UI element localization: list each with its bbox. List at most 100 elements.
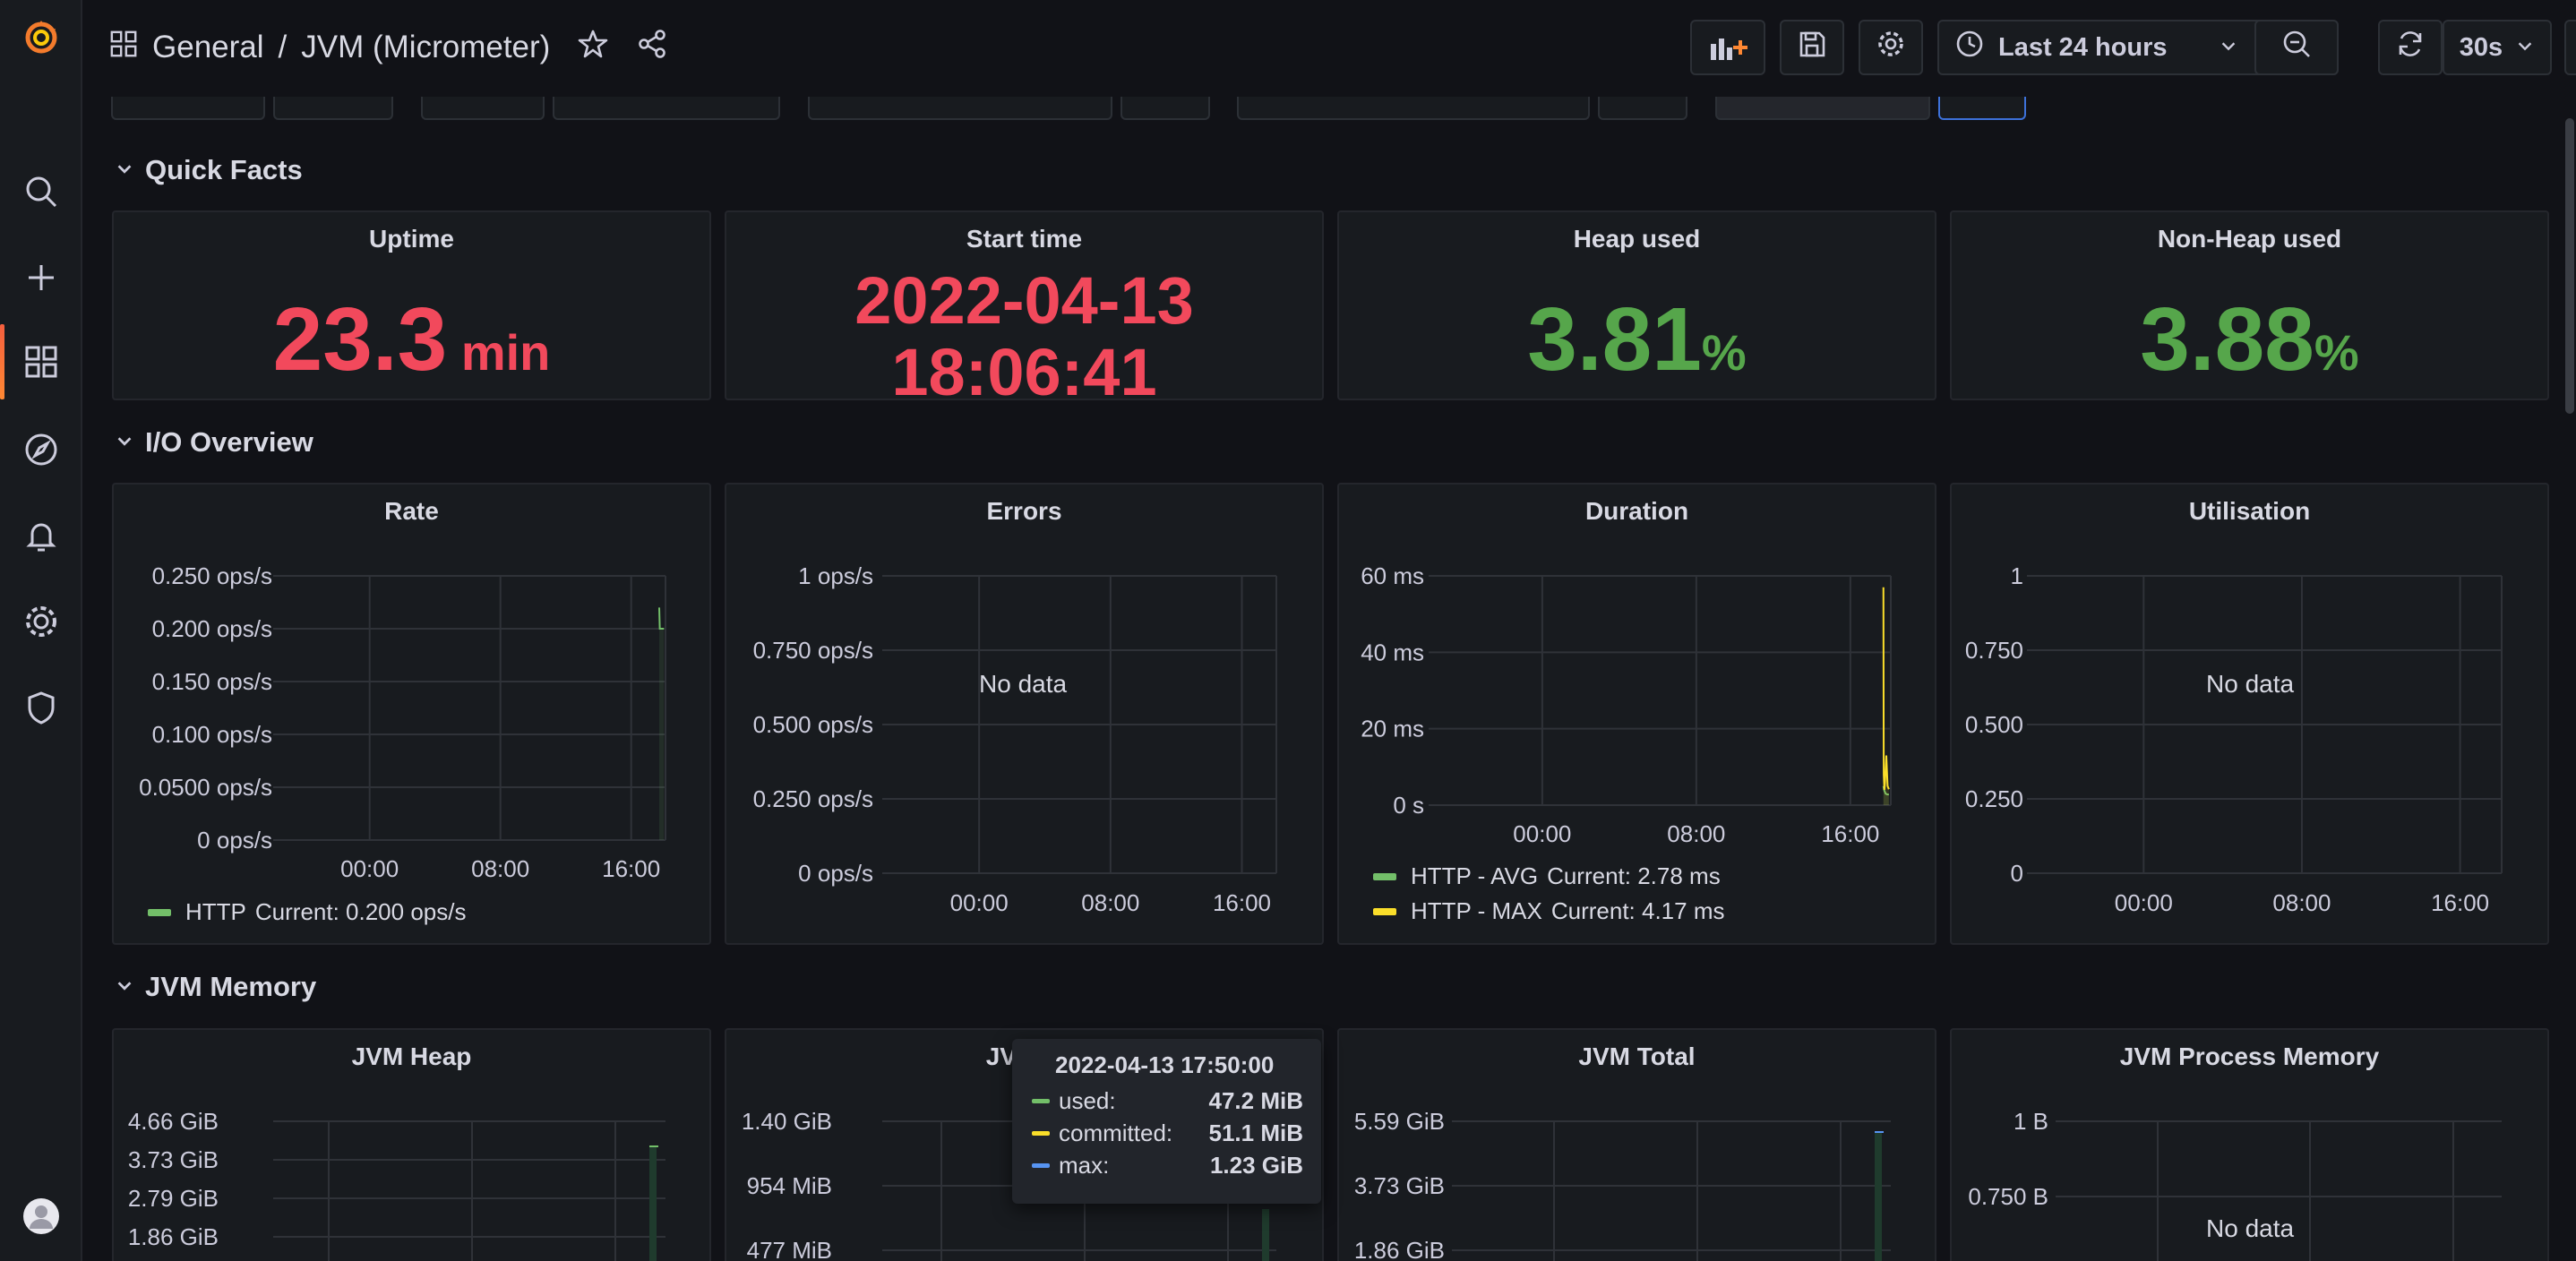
- variable-picker[interactable]: [808, 97, 1112, 120]
- variable-picker[interactable]: [553, 97, 780, 120]
- star-icon[interactable]: [577, 28, 609, 68]
- dashboards-grid-icon: [109, 30, 138, 66]
- save-dashboard-button[interactable]: [1780, 20, 1844, 75]
- x-tick-label: 00:00: [2115, 889, 2173, 916]
- stat-value-line2: 18:06:41: [891, 335, 1157, 400]
- legend-current: Current: 4.17 ms: [1550, 897, 1725, 924]
- tooltip-row: used: 47.2 MiB: [1032, 1085, 1303, 1116]
- y-tick-label: 0: [2011, 860, 2023, 887]
- dashboards-icon[interactable]: [16, 337, 66, 387]
- legend-swatch: [1373, 872, 1396, 880]
- y-tick-label: 0 s: [1393, 792, 1424, 819]
- y-tick-label: 0.500: [1965, 711, 2023, 738]
- variable-picker[interactable]: [1715, 97, 1930, 120]
- y-tick-label: 0.0500 ops/s: [139, 774, 272, 801]
- tooltip-value: 1.23 GiB: [1209, 1151, 1303, 1179]
- panel-jvm-heap[interactable]: JVM Heap 4.66 GiB 3.73 GiB 2.79 GiB 1.86 Gi…: [112, 1028, 711, 1261]
- plus-icon[interactable]: [16, 253, 66, 303]
- panel-nonheap-used[interactable]: Non-Heap used 3.88%: [1950, 210, 2549, 400]
- variable-picker[interactable]: [1237, 97, 1590, 120]
- zoom-out-icon: [2280, 28, 2313, 67]
- panel-start-time[interactable]: Start time 2022-04-13 18:06:41: [725, 210, 1324, 400]
- y-tick-label: 0.750: [1965, 637, 2023, 664]
- stat-value: 3.81%: [1339, 295, 1935, 384]
- legend-series-name: HTTP: [185, 898, 246, 925]
- panel-uptime[interactable]: Uptime 23.3 min: [112, 210, 711, 400]
- y-tick-label: 5.59 GiB: [1354, 1108, 1445, 1135]
- stat-number: 23.3: [272, 289, 448, 390]
- user-avatar[interactable]: [16, 1191, 66, 1241]
- tooltip-value: 47.2 MiB: [1208, 1086, 1304, 1114]
- tooltip-row: committed: 51.1 MiB: [1032, 1118, 1303, 1148]
- variable-picker[interactable]: [421, 97, 545, 120]
- jvm-total-chart: 5.59 GiB 3.73 GiB 1.86 GiB: [1354, 1108, 1891, 1261]
- grafana-logo-icon[interactable]: [16, 13, 66, 63]
- tooltip-value: 51.1 MiB: [1208, 1119, 1304, 1146]
- heap-area: [649, 1146, 657, 1261]
- clock-icon: [1953, 28, 1986, 67]
- dashboard-settings-button[interactable]: [1859, 20, 1923, 75]
- variable-picker[interactable]: [273, 97, 393, 120]
- y-tick-label: 3.73 GiB: [1354, 1172, 1445, 1199]
- x-tick-label: 16:00: [602, 855, 660, 882]
- y-tick-label: 0.500 ops/s: [753, 711, 873, 738]
- y-tick-label: 954 MiB: [747, 1172, 832, 1199]
- legend-item[interactable]: HTTP - AVG Current: 2.78 ms: [1373, 862, 1721, 890]
- stat-unit: [447, 324, 461, 381]
- y-tick-label: 0.750 B: [1968, 1183, 2048, 1210]
- legend-item[interactable]: HTTP Current: 0.200 ops/s: [148, 898, 466, 926]
- rate-chart: 0.250 ops/s 0.200 ops/s 0.150 ops/s 0.100 o…: [139, 562, 666, 882]
- shield-icon[interactable]: [16, 682, 66, 733]
- tooltip-label: committed:: [1059, 1119, 1173, 1146]
- panel-heap-used[interactable]: Heap used 3.81%: [1337, 210, 1936, 400]
- refresh-interval-picker[interactable]: 30s: [2443, 20, 2552, 75]
- tv-mode-button[interactable]: [2564, 20, 2576, 75]
- chevron-down-icon: [115, 971, 134, 1003]
- alerting-icon[interactable]: [16, 510, 66, 561]
- refresh-button[interactable]: [2378, 20, 2443, 75]
- y-tick-label: 3.73 GiB: [128, 1146, 219, 1173]
- page-scrollbar[interactable]: [2565, 118, 2574, 414]
- zoom-out-button[interactable]: [2254, 20, 2339, 75]
- jvm-heap-chart: 4.66 GiB 3.73 GiB 2.79 GiB 1.86 GiB: [128, 1108, 665, 1261]
- x-tick-label: 08:00: [1667, 820, 1725, 847]
- panel-rate[interactable]: Rate 0.250 ops/s 0.200 ops/s 0.150 ops/s 0.…: [112, 483, 711, 945]
- legend-current: Current: 2.78 ms: [1547, 862, 1721, 889]
- variable-picker[interactable]: [1598, 97, 1687, 120]
- variable-picker[interactable]: [1121, 97, 1210, 120]
- gear-icon[interactable]: [16, 596, 66, 647]
- legend-item[interactable]: HTTP - MAX Current: 4.17 ms: [1373, 897, 1725, 925]
- row-jvm-memory[interactable]: JVM Memory: [115, 965, 316, 1008]
- y-tick-label: 0.150 ops/s: [152, 668, 272, 695]
- add-panel-button[interactable]: [1690, 20, 1765, 75]
- y-tick-label: 60 ms: [1361, 562, 1424, 589]
- total-area: [1875, 1132, 1882, 1261]
- row-title: Quick Facts: [145, 154, 303, 185]
- sidebar: [0, 0, 82, 1261]
- y-tick-label: 0 ops/s: [798, 860, 873, 887]
- x-tick-label: 00:00: [340, 855, 399, 882]
- panel-jvm-total[interactable]: JVM Total 5.59 GiB 3.73 GiB 1.86 GiB: [1337, 1028, 1936, 1261]
- panel-utilisation[interactable]: Utilisation 1 0.750 0.500 0.250 0 00:00 08:00 1…: [1950, 483, 2549, 945]
- legend-series-name: HTTP - AVG: [1411, 862, 1539, 889]
- legend-swatch: [148, 908, 171, 916]
- row-io-overview[interactable]: I/O Overview: [115, 421, 313, 464]
- panel-jvm-process-memory[interactable]: JVM Process Memory 1 B 0.750 B No data: [1950, 1028, 2549, 1261]
- explore-icon[interactable]: [16, 425, 66, 475]
- row-quick-facts[interactable]: Quick Facts: [115, 149, 303, 192]
- search-icon[interactable]: [16, 167, 66, 217]
- refresh-icon: [2394, 28, 2426, 67]
- variable-picker[interactable]: [1938, 97, 2026, 120]
- chevron-down-icon: [2219, 33, 2238, 63]
- tooltip-row: max: 1.23 GiB: [1032, 1150, 1303, 1180]
- stat-number: 3.88: [2140, 289, 2314, 390]
- panel-duration[interactable]: Duration 60 ms 40 ms 20 ms 0 s 00:00 08:00 16:…: [1337, 483, 1936, 945]
- y-tick-label: 40 ms: [1361, 639, 1424, 665]
- variable-picker[interactable]: [111, 97, 265, 120]
- tooltip-swatch: [1032, 1162, 1050, 1168]
- x-tick-label: 16:00: [2431, 889, 2489, 916]
- breadcrumb-folder[interactable]: General: [152, 30, 264, 65]
- share-icon[interactable]: [636, 28, 668, 68]
- panel-errors[interactable]: Errors 1 ops/s 0.750 ops/s 0.500 ops/s 0.25…: [725, 483, 1324, 945]
- dashboard-title[interactable]: JVM (Micrometer): [301, 30, 550, 65]
